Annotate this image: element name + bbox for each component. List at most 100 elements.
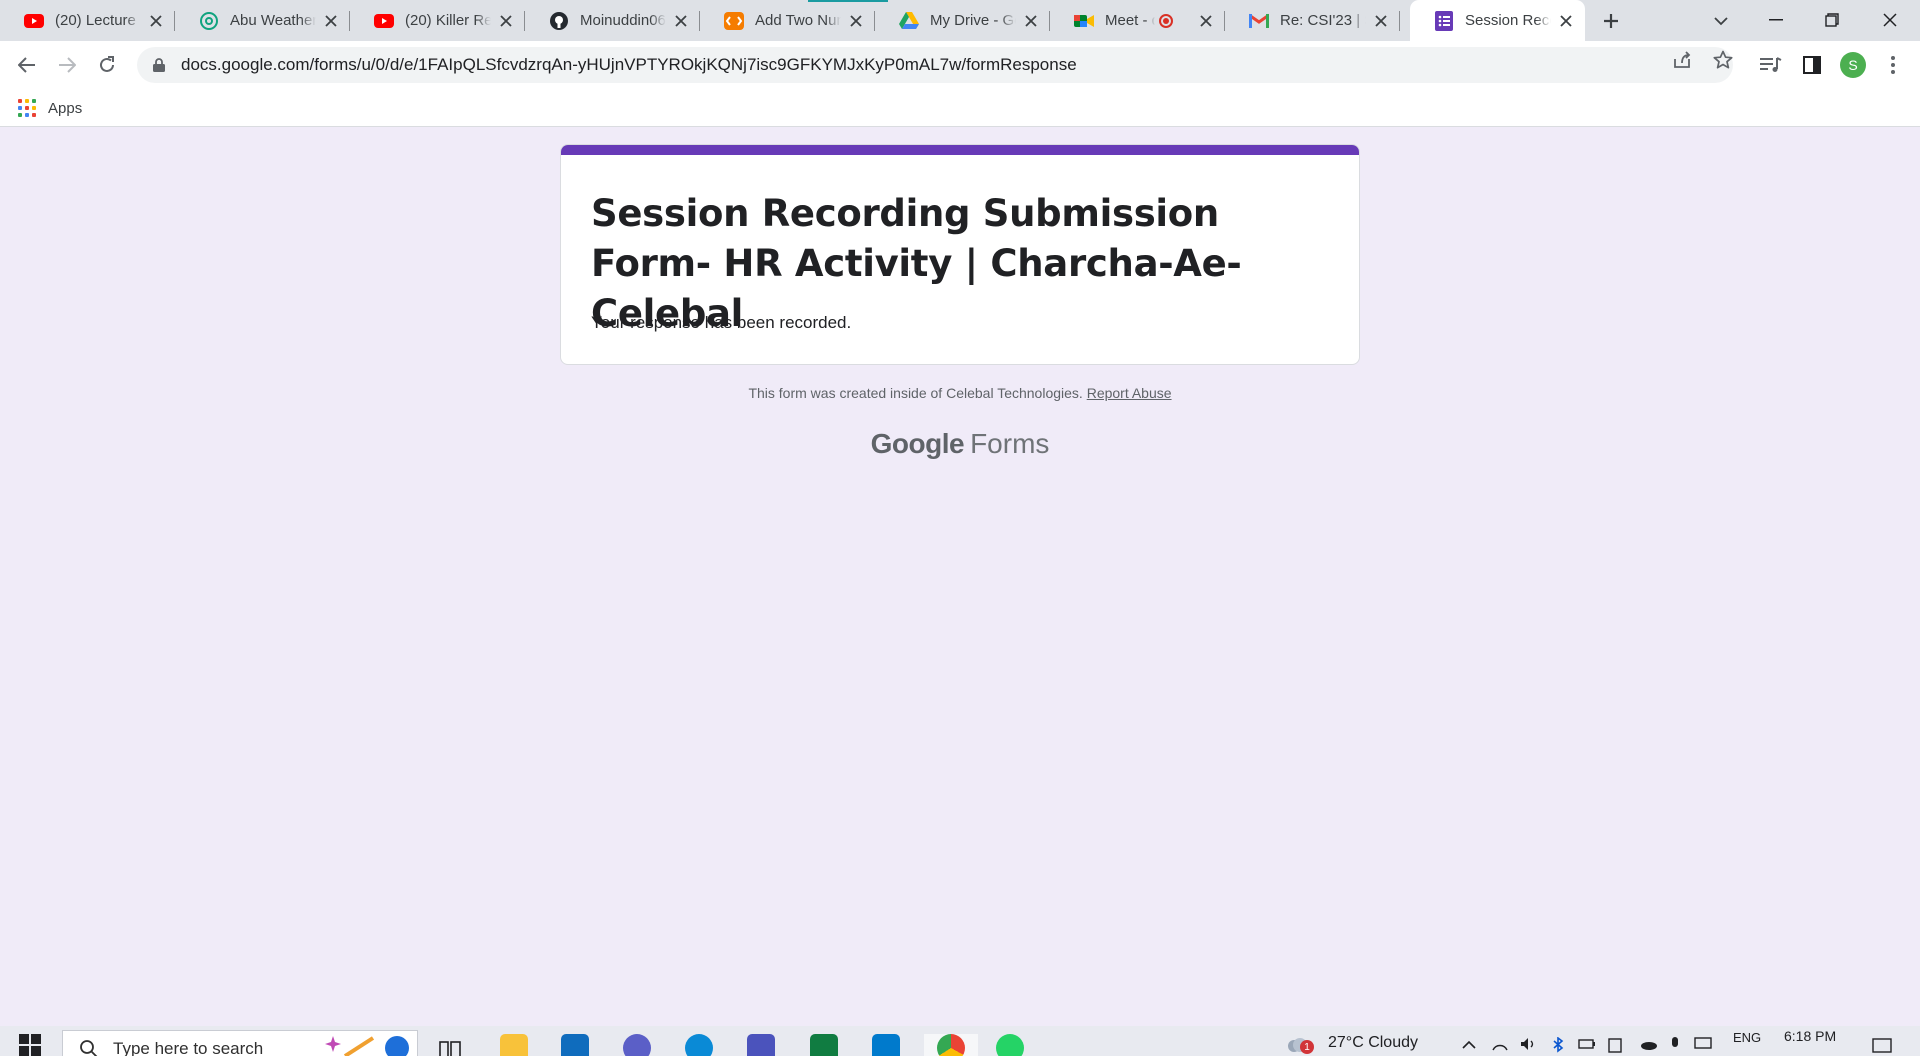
vscode-icon[interactable] [866,1034,906,1056]
close-window-button[interactable] [1862,0,1918,40]
weather-text[interactable]: 27°C Cloudy [1328,1034,1418,1052]
display-icon[interactable] [1694,1037,1712,1053]
close-icon[interactable] [1557,12,1575,30]
lock-icon [151,57,167,73]
edge-icon[interactable] [679,1034,719,1056]
google-forms-icon [1434,10,1454,31]
teams-icon[interactable] [741,1034,781,1056]
onedrive-icon[interactable] [1640,1037,1657,1053]
report-abuse-link[interactable]: Report Abuse [1087,385,1172,401]
network-icon[interactable] [1492,1037,1508,1053]
bluetooth-icon[interactable] [1552,1036,1568,1053]
google-drive-icon [899,11,919,31]
share-icon[interactable] [1671,49,1693,71]
restore-icon [1825,13,1839,27]
file-explorer-icon[interactable] [494,1034,534,1056]
tab-title: (20) Killer Response [405,12,491,29]
google-forms-logo[interactable]: Google Forms [0,428,1920,460]
battery-icon[interactable] [1578,1037,1595,1053]
copilot-icon[interactable] [617,1034,657,1056]
form-footer-note: This form was created inside of Celebal … [0,385,1920,401]
close-icon[interactable] [672,12,690,30]
tab-search-button[interactable] [1706,6,1736,36]
recording-indicator-icon [1159,13,1173,28]
clock-time[interactable]: 6:18 PM [1784,1028,1836,1044]
forward-button[interactable] [52,50,82,80]
chatgpt-icon [199,11,219,31]
notification-center-icon[interactable] [1872,1037,1894,1053]
gmail-icon [1249,11,1269,31]
close-icon [1883,13,1897,27]
reload-icon [100,56,114,72]
close-icon[interactable] [147,12,165,30]
bookmarks-bar: Apps [0,89,1920,127]
back-button[interactable] [12,50,42,80]
tab-title: My Drive - Google Drive [930,12,1016,29]
github-icon [549,11,569,31]
tab-add-two-numbers[interactable]: Add Two Numbers [700,0,875,41]
media-control-icon[interactable] [1758,52,1784,78]
start-button[interactable] [0,1026,60,1056]
logo-forms-text: Forms [970,428,1050,459]
minimize-button[interactable] [1748,0,1804,40]
coding-site-icon [724,11,744,31]
tab-session-recording[interactable]: Session Recording [1410,0,1585,41]
apps-grid-icon [18,99,36,117]
task-view-icon[interactable] [430,1034,470,1056]
volume-icon[interactable] [1520,1037,1536,1053]
tab-google-meet[interactable]: Meet - qy [1050,0,1225,41]
arrow-right-icon [59,57,76,73]
microphone-icon[interactable] [1670,1037,1686,1053]
apps-bookmark[interactable]: Apps [18,96,82,120]
chevron-up-icon[interactable] [1462,1037,1478,1053]
tab-title: Re: CSI'23 | Session [1280,12,1366,29]
tab-lecture[interactable]: (20) Lecture 52 [0,0,175,41]
close-icon[interactable] [1197,12,1215,30]
more-menu-icon[interactable] [1880,52,1906,78]
side-panel-icon[interactable] [1799,52,1825,78]
avatar[interactable]: S [1840,52,1866,78]
language-indicator[interactable]: ENG [1733,1030,1761,1045]
close-icon[interactable] [1372,12,1390,30]
mail-icon[interactable] [555,1034,595,1056]
google-meet-icon [1074,11,1094,31]
windows-logo-icon [19,1034,41,1056]
url-text[interactable]: docs.google.com/forms/u/0/d/e/1FAIpQLSfc… [181,55,1077,75]
confirmation-message: Your response has been recorded. [591,313,852,332]
tab-weather[interactable]: Abu Weather Inc [175,0,350,41]
clipboard-icon[interactable] [1608,1037,1624,1053]
form-confirmation-card: Session Recording Submission Form- HR Ac… [560,144,1360,365]
close-icon[interactable] [497,12,515,30]
tab-title: Meet - qy [1105,12,1155,29]
minimize-icon [1769,19,1783,21]
plus-icon [1604,14,1618,28]
tab-title: Session Recording [1465,12,1551,29]
tab-title: Add Two Numbers [755,12,841,29]
search-icon [80,1040,98,1056]
search-highlight-art [325,1032,415,1056]
close-icon[interactable] [847,12,865,30]
close-icon[interactable] [1022,12,1040,30]
tab-killer-response[interactable]: (20) Killer Response [350,0,525,41]
restore-button[interactable] [1804,0,1860,40]
apps-label: Apps [48,99,83,117]
footer-note-text: This form was created inside of Celebal … [748,385,1083,401]
tab-gmail[interactable]: Re: CSI'23 | Session [1225,0,1400,41]
whatsapp-icon[interactable] [990,1034,1030,1056]
arrow-left-icon [18,57,35,73]
windows-taskbar: Type here to search 1 27°C Cloudy ENG 6:… [0,1026,1920,1056]
bookmark-star-icon[interactable] [1712,49,1734,71]
new-tab-button[interactable] [1596,6,1626,36]
close-icon[interactable] [322,12,340,30]
tab-github[interactable]: Moinuddin067 [525,0,700,41]
chrome-icon[interactable] [924,1034,978,1056]
tab-divider [1399,11,1400,31]
logo-google-text: Google [870,428,965,459]
tab-title: (20) Lecture 52 [55,12,141,29]
reload-button[interactable] [92,50,122,80]
address-bar[interactable]: docs.google.com/forms/u/0/d/e/1FAIpQLSfc… [137,47,1733,83]
browser-toolbar: docs.google.com/forms/u/0/d/e/1FAIpQLSfc… [0,41,1920,89]
search-placeholder: Type here to search [113,1039,264,1056]
excel-icon[interactable] [804,1034,844,1056]
tab-google-drive[interactable]: My Drive - Google Drive [875,0,1050,41]
